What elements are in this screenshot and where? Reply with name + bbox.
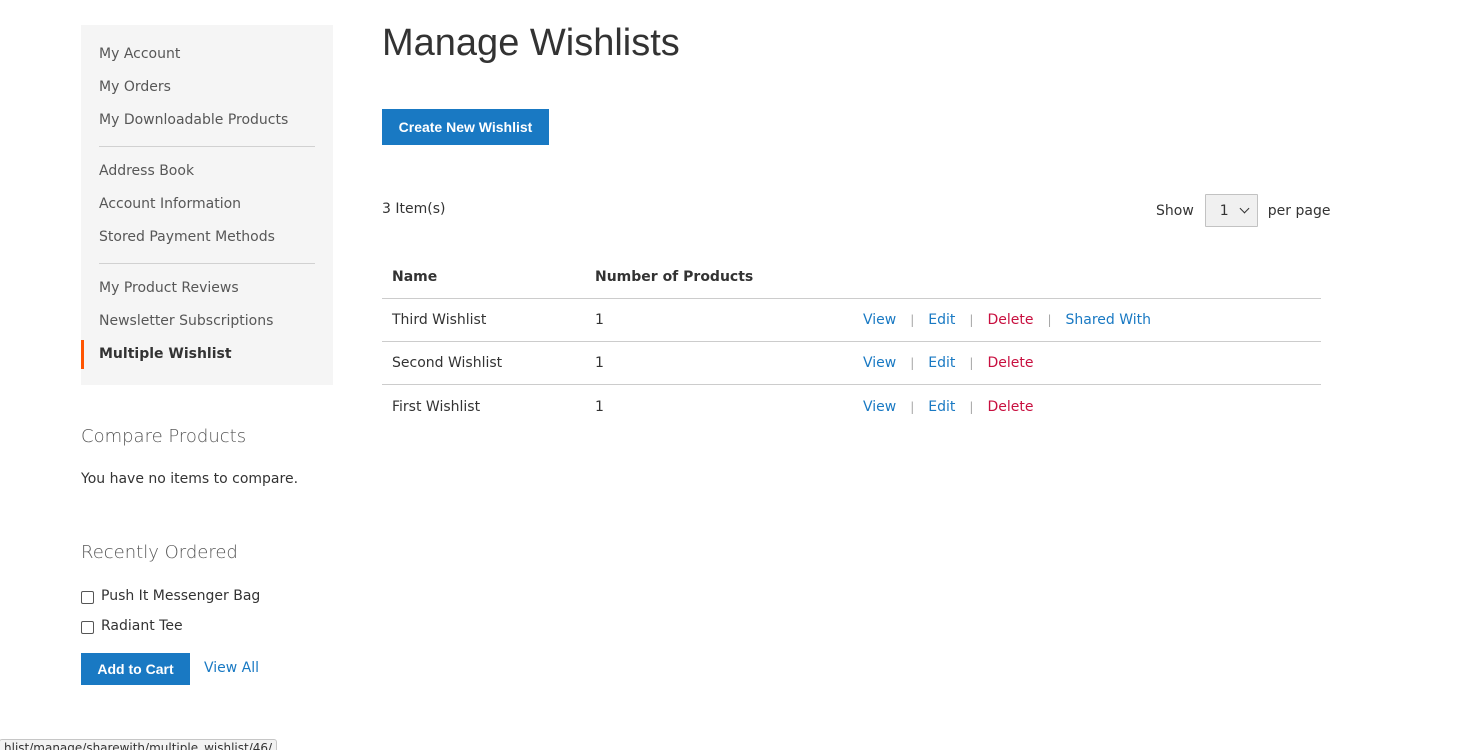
- action-separator: |: [969, 313, 974, 327]
- row-actions: View | Edit | Delete | Shared With: [863, 312, 1321, 328]
- status-bar-url: hlist/manage/sharewith/multiple_wishlist…: [0, 739, 278, 750]
- nav-item-multiple-wishlist: Multiple Wishlist: [81, 338, 333, 371]
- limiter-show-label: Show: [1156, 202, 1194, 219]
- wishlist-product-count: 1: [595, 312, 604, 328]
- delete-link[interactable]: Delete: [987, 312, 1033, 328]
- wishlist-product-count: 1: [595, 355, 604, 371]
- view-all-link[interactable]: View All: [204, 660, 259, 676]
- wishlist-name: Second Wishlist: [392, 355, 503, 371]
- table-header: Name Number of Products: [382, 256, 1321, 299]
- delete-link[interactable]: Delete: [987, 399, 1033, 415]
- action-separator: |: [1047, 313, 1052, 327]
- recent-item-checkbox[interactable]: [81, 621, 94, 634]
- header-name: Name: [392, 269, 438, 285]
- recent-item[interactable]: Push It Messenger Bag: [81, 586, 260, 606]
- wishlist-product-count: 1: [595, 398, 604, 415]
- recently-ordered-title: Recently Ordered: [81, 542, 238, 563]
- shared-with-link[interactable]: Shared With: [1066, 312, 1152, 328]
- compare-title: Compare Products: [81, 426, 247, 447]
- row-actions: View | Edit | Delete: [863, 399, 1321, 415]
- wishlist-name: First Wishlist: [392, 398, 481, 415]
- view-link[interactable]: View: [863, 399, 896, 415]
- add-to-cart-button[interactable]: Add to Cart: [81, 653, 190, 685]
- nav-divider: [99, 146, 315, 147]
- action-separator: |: [969, 356, 974, 370]
- edit-link[interactable]: Edit: [928, 399, 955, 415]
- nav-item-address-book[interactable]: Address Book: [81, 155, 333, 188]
- nav-item-account-information[interactable]: Account Information: [81, 188, 333, 221]
- wishlist-table: Name Number of Products Third Wishlist 1…: [382, 256, 1321, 428]
- per-page-select[interactable]: 1: [1204, 194, 1258, 227]
- page-title: Manage Wishlists: [382, 22, 680, 64]
- nav-item-my-orders[interactable]: My Orders: [81, 71, 333, 104]
- nav-item-downloadable-products[interactable]: My Downloadable Products: [81, 104, 333, 137]
- recent-item-label: Push It Messenger Bag: [101, 588, 261, 604]
- create-new-wishlist-button[interactable]: Create New Wishlist: [382, 109, 549, 145]
- edit-link[interactable]: Edit: [928, 312, 955, 328]
- header-number-of-products: Number of Products: [595, 269, 754, 285]
- account-nav: My Account My Orders My Downloadable Pro…: [81, 25, 333, 385]
- recent-item-checkbox[interactable]: [81, 591, 94, 604]
- limiter-per-page-label: per page: [1267, 202, 1331, 219]
- action-separator: |: [910, 356, 915, 370]
- nav-item-my-account[interactable]: My Account: [81, 38, 333, 71]
- view-link[interactable]: View: [863, 355, 896, 371]
- wishlist-name: Third Wishlist: [392, 312, 487, 328]
- table-row: Third Wishlist 1 View | Edit | Delete | …: [382, 299, 1321, 342]
- action-separator: |: [910, 399, 915, 414]
- recent-item-label: Radiant Tee: [101, 618, 183, 634]
- nav-item-newsletter-subscriptions[interactable]: Newsletter Subscriptions: [81, 305, 333, 338]
- item-count: 3 Item(s): [382, 201, 446, 217]
- compare-empty-text: You have no items to compare.: [81, 471, 299, 487]
- chevron-down-icon: [1239, 203, 1250, 214]
- recent-item[interactable]: Radiant Tee: [81, 616, 183, 636]
- nav-divider: [99, 263, 315, 264]
- edit-link[interactable]: Edit: [928, 355, 955, 371]
- delete-link[interactable]: Delete: [987, 355, 1033, 371]
- view-link[interactable]: View: [863, 312, 896, 328]
- action-separator: |: [969, 399, 974, 414]
- nav-item-product-reviews[interactable]: My Product Reviews: [81, 272, 333, 305]
- row-actions: View | Edit | Delete: [863, 355, 1321, 371]
- limiter: Show 1 per page: [1156, 194, 1330, 227]
- table-row: Second Wishlist 1 View | Edit | Delete: [382, 342, 1321, 385]
- table-row: First Wishlist 1 View | Edit | Delete: [382, 385, 1321, 428]
- per-page-selected-value: 1: [1219, 202, 1229, 219]
- action-separator: |: [910, 313, 915, 327]
- nav-item-stored-payment-methods[interactable]: Stored Payment Methods: [81, 221, 333, 254]
